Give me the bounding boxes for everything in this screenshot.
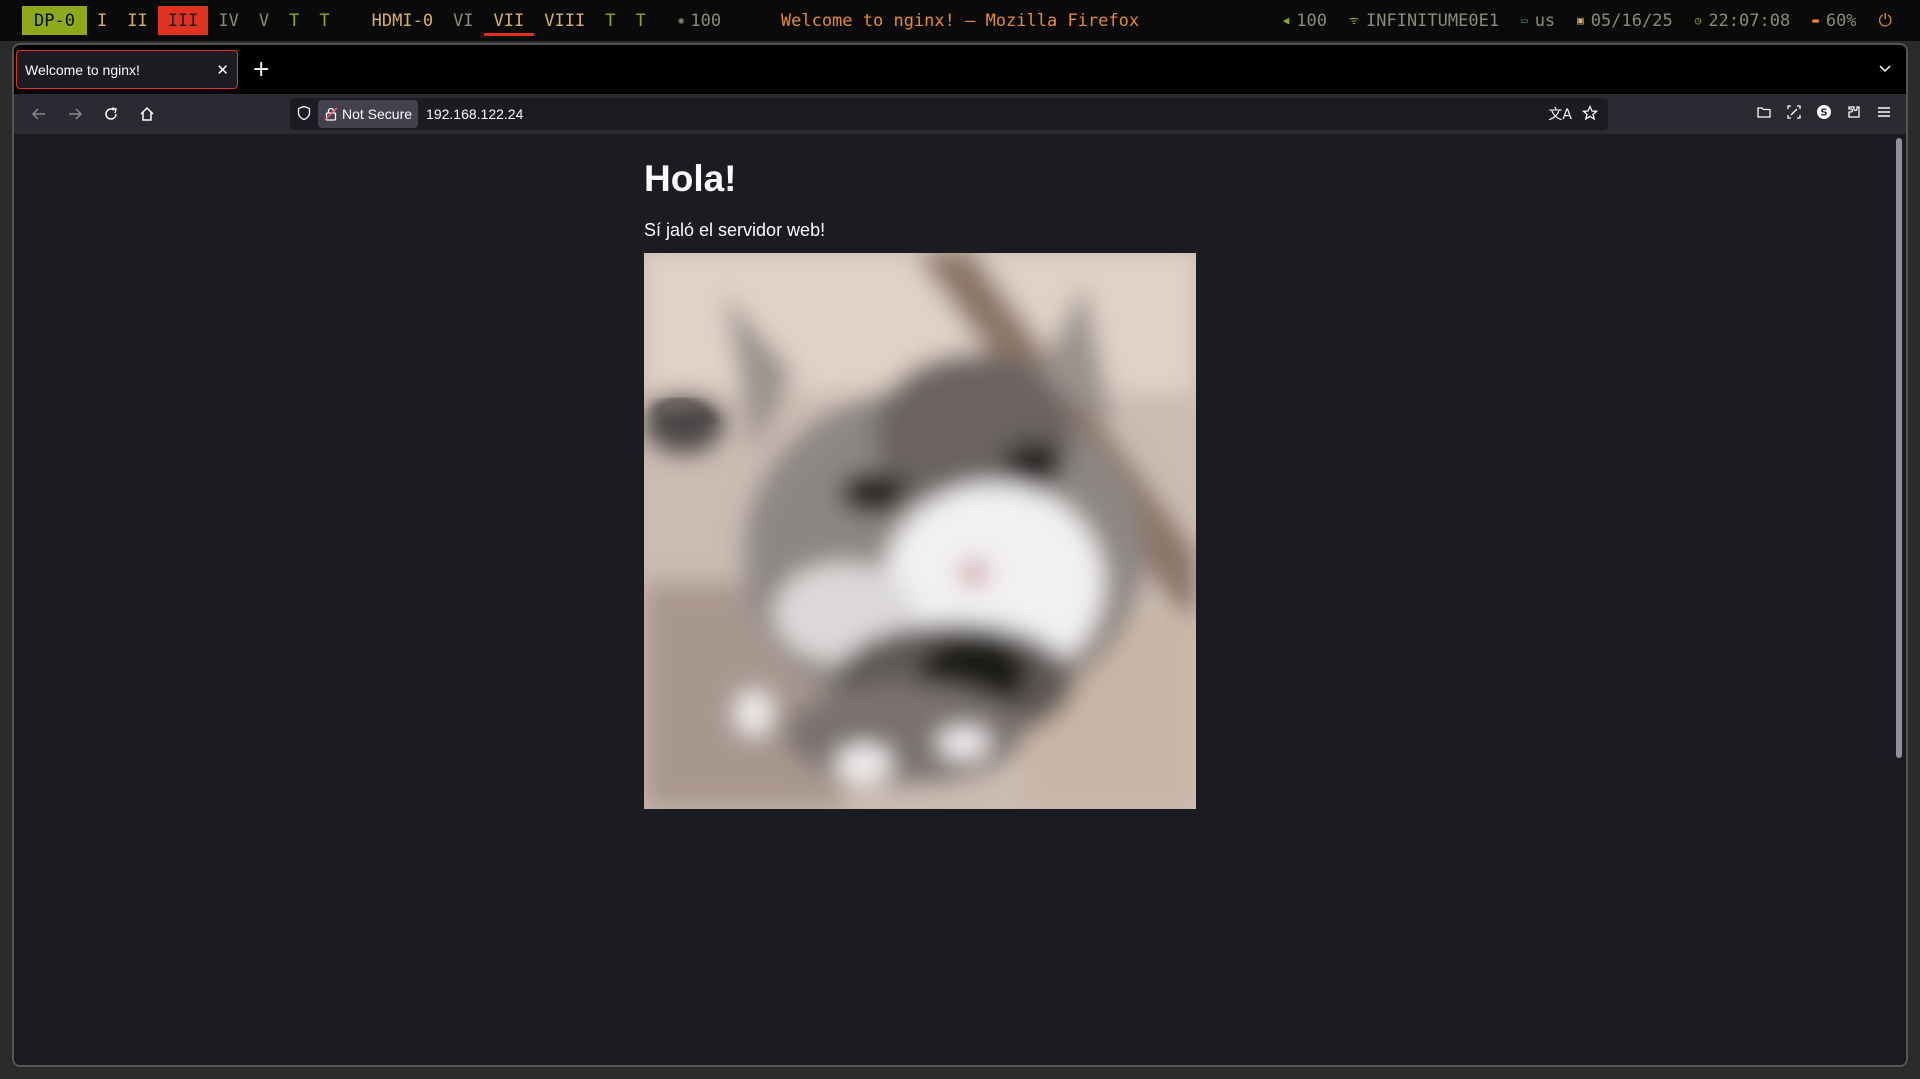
chevron-down-icon: [1879, 64, 1891, 72]
arrow-right-icon: [69, 108, 83, 120]
workspace-t1[interactable]: T: [279, 6, 309, 35]
wifi-status[interactable]: ᯤ INFINITUME0E1: [1349, 11, 1499, 31]
plus-icon: +: [252, 57, 271, 82]
workspace-t2[interactable]: T: [309, 6, 339, 35]
window-title: Welcome to nginx! — Mozilla Firefox: [780, 10, 1140, 31]
wifi-name: INFINITUME0E1: [1366, 10, 1500, 31]
close-icon[interactable]: ✕: [216, 61, 229, 79]
page-content: Hola! Sí jaló el servidor web!: [14, 134, 1906, 1065]
lock-warning-icon: [324, 107, 338, 121]
page-heading: Hola!: [644, 158, 737, 199]
brightness-status: ✺ 100: [678, 11, 721, 31]
extensions-icon[interactable]: [1846, 104, 1862, 125]
workspace-4[interactable]: IV: [208, 6, 248, 35]
calendar-icon: ▣: [1577, 14, 1584, 27]
speaker-icon: ◀: [1282, 14, 1290, 27]
home-icon: [140, 106, 154, 121]
date-value: 05/16/25: [1590, 10, 1673, 31]
url-bar[interactable]: Not Secure 192.168.122.24 文A: [290, 98, 1608, 130]
forward-button[interactable]: [60, 99, 90, 129]
date-status: ▣ 05/16/25: [1577, 11, 1673, 31]
reload-button[interactable]: [96, 99, 126, 129]
workspace-8[interactable]: VIII: [534, 6, 595, 35]
vertical-scrollbar[interactable]: [1896, 138, 1902, 758]
firefox-window: Welcome to nginx! ✕ + Not Secure 192.168…: [12, 43, 1908, 1067]
workspace-3[interactable]: III: [157, 6, 209, 35]
tab-welcome-nginx[interactable]: Welcome to nginx! ✕: [16, 50, 238, 89]
arrow-left-icon: [31, 108, 45, 120]
workspace-5[interactable]: V: [249, 6, 279, 35]
volume-status[interactable]: ◀ 100: [1283, 11, 1327, 31]
workspace-t4[interactable]: T: [625, 6, 655, 35]
battery-status: ▬ 60%: [1812, 11, 1856, 31]
volume-value: 100: [1296, 10, 1327, 31]
account-icon[interactable]: S: [1816, 104, 1832, 125]
not-secure-label: Not Secure: [342, 106, 413, 122]
home-button[interactable]: [132, 99, 162, 129]
shield-icon[interactable]: [296, 105, 312, 124]
site-security-button[interactable]: Not Secure: [318, 100, 419, 128]
cat-photo: [644, 253, 1196, 809]
bookmark-star-icon[interactable]: [1581, 104, 1599, 124]
keyboard-icon: ▭: [1521, 14, 1528, 27]
wifi-icon: ᯤ: [1348, 14, 1359, 27]
power-icon: ⏻: [1878, 10, 1892, 31]
workspace-1[interactable]: I: [87, 6, 117, 35]
workspace-6[interactable]: VI: [443, 6, 483, 35]
back-button[interactable]: [24, 99, 54, 129]
output-label-hdmi0: HDMI-0: [371, 10, 434, 31]
clock-icon: ◷: [1694, 14, 1702, 27]
time-value: 22:07:08: [1708, 10, 1791, 31]
hamburger-menu-icon[interactable]: [1876, 104, 1892, 125]
power-button[interactable]: ⏻: [1879, 11, 1892, 31]
tab-strip: Welcome to nginx! ✕ +: [14, 45, 1906, 94]
keyboard-layout: us: [1534, 10, 1556, 31]
screenshot-icon[interactable]: [1786, 104, 1802, 125]
time-status: ◷ 22:07:08: [1695, 11, 1791, 31]
workspace-7[interactable]: VII: [483, 6, 535, 36]
reload-icon: [105, 107, 117, 120]
navigation-toolbar: Not Secure 192.168.122.24 文A S: [14, 94, 1906, 134]
svg-text:S: S: [1820, 107, 1827, 118]
workspace-t3[interactable]: T: [595, 6, 625, 35]
brightness-icon: ✺: [677, 14, 685, 27]
status-bar: DP-0 I II III IV V T T HDMI-0 VI VII VII…: [0, 0, 1920, 41]
keyboard-status[interactable]: ▭ us: [1521, 11, 1555, 31]
workspace-2[interactable]: II: [117, 6, 157, 35]
translate-icon[interactable]: 文A: [1548, 104, 1572, 124]
url-text[interactable]: 192.168.122.24: [426, 106, 1548, 122]
battery-icon: ▬: [1812, 14, 1819, 27]
battery-value: 60%: [1825, 10, 1857, 31]
output-label-dp0: DP-0: [22, 6, 87, 35]
save-to-pocket-icon[interactable]: [1756, 104, 1772, 125]
brightness-value: 100: [690, 10, 722, 31]
new-tab-button[interactable]: +: [252, 57, 270, 82]
tab-title: Welcome to nginx!: [25, 61, 140, 78]
page-paragraph: Sí jaló el servidor web!: [644, 220, 826, 240]
list-all-tabs-button[interactable]: [1878, 61, 1892, 79]
